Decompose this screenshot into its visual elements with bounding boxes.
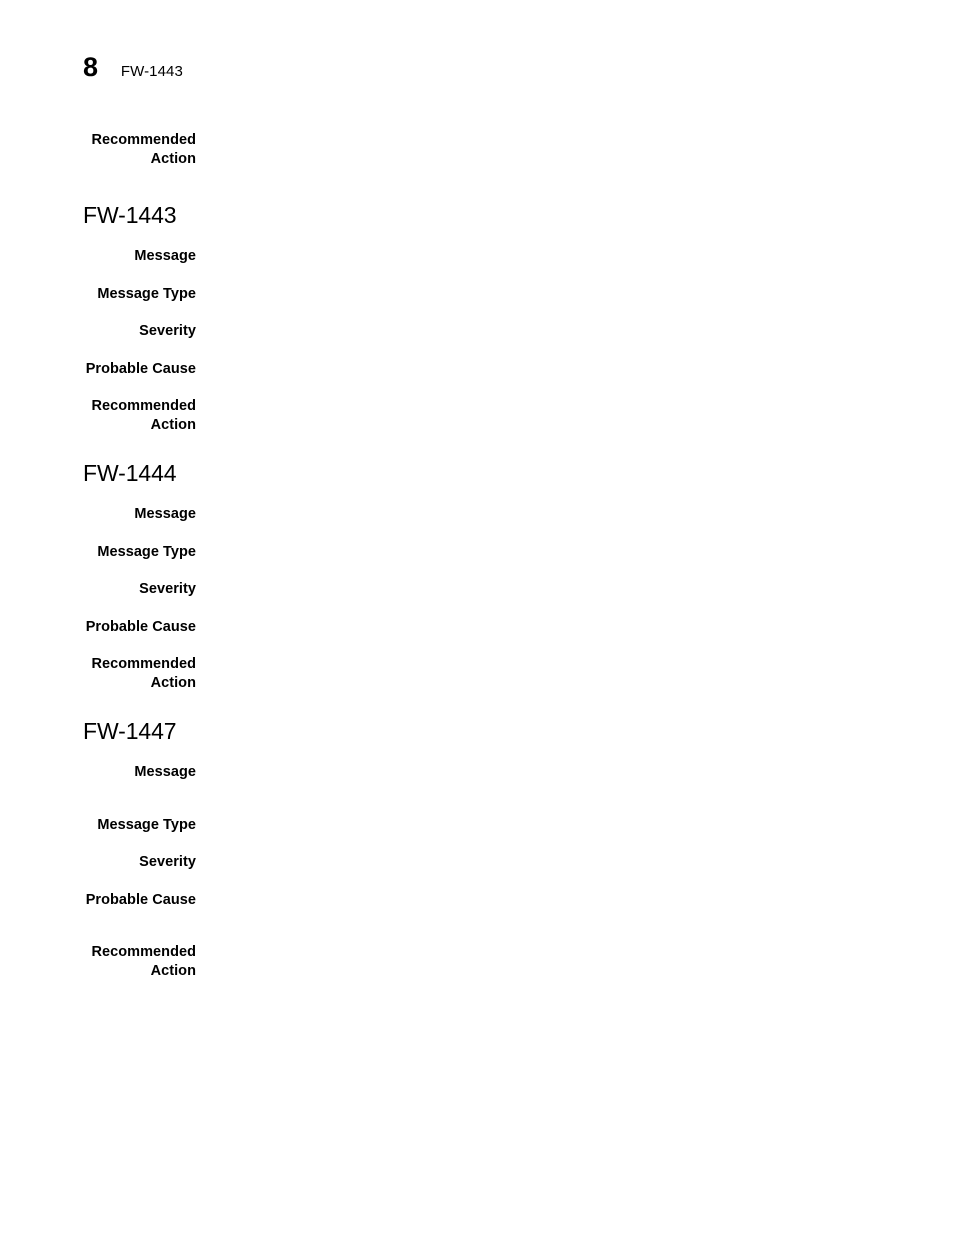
field-row: Message Type <box>0 543 954 562</box>
field-row: Message Type <box>0 816 954 835</box>
field-label-probable-cause: Probable Cause <box>85 891 196 908</box>
field-value-message-type <box>196 285 954 304</box>
page-number: 8 <box>83 52 98 82</box>
page-header: 8 FW-1443 <box>83 54 183 81</box>
field-value-probable-cause <box>196 618 954 637</box>
field-label-message-type: Message Type <box>97 816 196 833</box>
field-value-message-type <box>196 543 954 562</box>
field-label-recommended-action: Recommended Action <box>91 398 196 433</box>
field-value-recommended-action <box>196 131 954 150</box>
field-label-message-type: Message Type <box>97 285 196 302</box>
field-row: Severity <box>0 580 954 599</box>
field-value-severity <box>196 580 954 599</box>
field-label-severity: Severity <box>139 854 196 870</box>
field-row: Probable Cause <box>0 360 954 379</box>
field-label-recommended-action: Recommended Action <box>91 944 196 979</box>
field-value-probable-cause <box>196 891 954 910</box>
field-row: Message <box>0 763 954 782</box>
field-value-message-type <box>196 816 954 835</box>
field-row: Recommended Action <box>0 397 954 434</box>
field-value-message <box>196 505 954 524</box>
section-heading-fw-1447: FW-1447 <box>83 718 177 744</box>
document-page: 8 FW-1443 Recommended Action FW-1443 Mes… <box>0 0 954 1235</box>
field-row: Severity <box>0 853 954 872</box>
section-heading-fw-1443: FW-1443 <box>83 202 177 228</box>
field-row: Probable Cause <box>0 891 954 910</box>
field-value-message <box>196 763 954 782</box>
field-label-probable-cause: Probable Cause <box>85 618 196 635</box>
field-row: Recommended Action <box>0 943 954 980</box>
field-label-recommended-action: Recommended Action <box>91 656 196 691</box>
field-row: Message <box>0 505 954 524</box>
field-row: Message Type <box>0 285 954 304</box>
field-label-message: Message <box>134 764 196 780</box>
page-content: Recommended Action FW-1443 Message Messa… <box>0 131 954 980</box>
field-row: Recommended Action <box>0 131 954 168</box>
field-row: Message <box>0 247 954 266</box>
field-label-message: Message <box>134 506 196 522</box>
field-label-probable-cause: Probable Cause <box>85 360 196 377</box>
field-value-recommended-action <box>196 397 954 416</box>
field-row: Probable Cause <box>0 618 954 637</box>
field-row: Recommended Action <box>0 655 954 692</box>
field-label-message: Message <box>134 248 196 264</box>
field-label-message-type: Message Type <box>97 543 196 560</box>
section-heading-fw-1444: FW-1444 <box>83 460 177 486</box>
field-row: Severity <box>0 322 954 341</box>
field-label-severity: Severity <box>139 581 196 597</box>
field-value-probable-cause <box>196 360 954 379</box>
field-label-severity: Severity <box>139 323 196 339</box>
header-title: FW-1443 <box>120 63 183 80</box>
field-value-severity <box>196 853 954 872</box>
field-value-recommended-action <box>196 655 954 674</box>
field-label-recommended-action: Recommended Action <box>91 132 196 167</box>
field-value-severity <box>196 322 954 341</box>
field-value-recommended-action <box>196 943 954 962</box>
field-value-message <box>196 247 954 266</box>
